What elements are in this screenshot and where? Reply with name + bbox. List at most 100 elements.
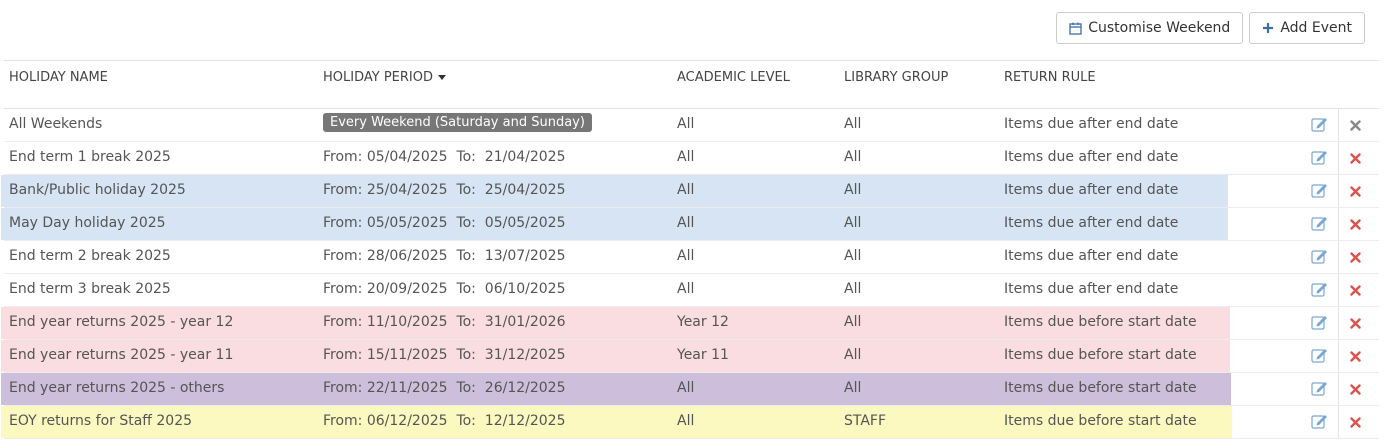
library-group: All: [844, 248, 862, 264]
delete-icon[interactable]: [1350, 383, 1361, 399]
holiday-period: From: 22/11/2025 To: 26/12/2025: [323, 380, 566, 396]
header-holiday-name[interactable]: HOLIDAY NAME: [9, 70, 108, 85]
delete-icon[interactable]: [1350, 251, 1361, 267]
action-divider: [1338, 142, 1339, 174]
library-group: All: [844, 215, 862, 231]
action-divider: [1338, 307, 1339, 339]
table-row: May Day holiday 2025 From: 05/05/2025 To:…: [1, 208, 1379, 241]
table-row: All Weekends Every Weekend (Saturday and …: [4, 109, 1379, 142]
table-row: Bank/Public holiday 2025 From: 25/04/2025…: [1, 175, 1379, 208]
holiday-name: EOY returns for Staff 2025: [9, 413, 193, 429]
table-header: HOLIDAY NAME HOLIDAY PERIOD ACADEMIC LEV…: [4, 60, 1379, 109]
sort-desc-icon: [438, 75, 446, 80]
holiday-period: From: 05/05/2025 To: 05/05/2025: [323, 215, 566, 231]
library-group: All: [844, 182, 862, 198]
table-row: End term 3 break 2025 From: 20/09/2025 To…: [4, 274, 1379, 307]
header-library-group[interactable]: LIBRARY GROUP: [844, 70, 948, 85]
delete-icon[interactable]: [1350, 416, 1361, 432]
action-divider: [1338, 109, 1339, 141]
header-holiday-period-label: HOLIDAY PERIOD: [323, 70, 433, 85]
edit-icon[interactable]: [1311, 150, 1328, 169]
add-event-button[interactable]: Add Event: [1249, 12, 1365, 44]
edit-icon[interactable]: [1311, 414, 1328, 433]
table-row: End term 2 break 2025 From: 28/06/2025 To…: [4, 241, 1379, 274]
action-divider: [1338, 241, 1339, 273]
calendar-icon: [1069, 22, 1082, 35]
holiday-name: End term 2 break 2025: [9, 248, 171, 264]
header-return-rule[interactable]: RETURN RULE: [1004, 70, 1096, 85]
delete-icon[interactable]: [1350, 350, 1361, 366]
action-divider: [1338, 340, 1339, 372]
delete-icon[interactable]: [1350, 119, 1361, 135]
library-group: All: [844, 116, 862, 132]
holiday-period: From: 06/12/2025 To: 12/12/2025: [323, 413, 566, 429]
edit-icon[interactable]: [1311, 348, 1328, 367]
delete-icon[interactable]: [1350, 152, 1361, 168]
holiday-name: End year returns 2025 - year 11: [9, 347, 234, 363]
library-group: All: [844, 380, 862, 396]
holiday-period: From: 15/11/2025 To: 31/12/2025: [323, 347, 566, 363]
return-rule: Items due after end date: [1004, 182, 1179, 198]
academic-level: Year 11: [677, 347, 729, 363]
edit-icon[interactable]: [1311, 249, 1328, 268]
plus-icon: [1262, 22, 1274, 34]
library-group: All: [844, 347, 862, 363]
holiday-period: From: 05/04/2025 To: 21/04/2025: [323, 149, 566, 165]
holiday-table: HOLIDAY NAME HOLIDAY PERIOD ACADEMIC LEV…: [1, 60, 1379, 439]
table-row: End term 1 break 2025 From: 05/04/2025 To…: [4, 142, 1379, 175]
customise-weekend-button[interactable]: Customise Weekend: [1056, 12, 1244, 44]
toolbar: Customise Weekend Add Event: [1056, 12, 1365, 44]
edit-icon[interactable]: [1311, 183, 1328, 202]
academic-level: All: [677, 149, 695, 165]
holiday-period: From: 25/04/2025 To: 25/04/2025: [323, 182, 566, 198]
library-group: All: [844, 314, 862, 330]
header-holiday-period[interactable]: HOLIDAY PERIOD: [323, 70, 446, 85]
action-divider: [1338, 208, 1339, 240]
action-divider: [1338, 373, 1339, 405]
academic-level: All: [677, 380, 695, 396]
edit-icon[interactable]: [1311, 315, 1328, 334]
return-rule: Items due before start date: [1004, 413, 1197, 429]
academic-level: All: [677, 116, 695, 132]
table-row: End year returns 2025 - others From: 22/1…: [1, 373, 1379, 406]
academic-level: Year 12: [677, 314, 729, 330]
academic-level: All: [677, 281, 695, 297]
return-rule: Items due after end date: [1004, 149, 1179, 165]
edit-icon[interactable]: [1311, 117, 1328, 136]
academic-level: All: [677, 215, 695, 231]
table-body: All Weekends Every Weekend (Saturday and …: [1, 109, 1379, 439]
return-rule: Items due before start date: [1004, 347, 1197, 363]
academic-level: All: [677, 248, 695, 264]
holiday-period: From: 11/10/2025 To: 31/01/2026: [323, 314, 566, 330]
return-rule: Items due before start date: [1004, 314, 1197, 330]
holiday-name: Bank/Public holiday 2025: [9, 182, 186, 198]
delete-icon[interactable]: [1350, 317, 1361, 333]
add-event-label: Add Event: [1280, 20, 1352, 36]
library-group: STAFF: [844, 413, 887, 429]
return-rule: Items due after end date: [1004, 215, 1179, 231]
action-divider: [1338, 406, 1339, 438]
holiday-period-badge: Every Weekend (Saturday and Sunday): [323, 113, 592, 132]
header-academic-level[interactable]: ACADEMIC LEVEL: [677, 70, 790, 85]
holiday-name: May Day holiday 2025: [9, 215, 166, 231]
holiday-period: From: 20/09/2025 To: 06/10/2025: [323, 281, 566, 297]
edit-icon[interactable]: [1311, 216, 1328, 235]
holiday-name: End year returns 2025 - year 12: [9, 314, 234, 330]
delete-icon[interactable]: [1350, 218, 1361, 234]
holiday-name: End term 1 break 2025: [9, 149, 171, 165]
delete-icon[interactable]: [1350, 284, 1361, 300]
holiday-period: From: 28/06/2025 To: 13/07/2025: [323, 248, 566, 264]
return-rule: Items due after end date: [1004, 248, 1179, 264]
delete-icon[interactable]: [1350, 185, 1361, 201]
action-divider: [1338, 175, 1339, 207]
holiday-name: All Weekends: [9, 116, 103, 132]
library-group: All: [844, 149, 862, 165]
holiday-name: End year returns 2025 - others: [9, 380, 225, 396]
library-group: All: [844, 281, 862, 297]
table-row: EOY returns for Staff 2025 From: 06/12/20…: [1, 406, 1379, 439]
academic-level: All: [677, 413, 695, 429]
return-rule: Items due after end date: [1004, 116, 1179, 132]
academic-level: All: [677, 182, 695, 198]
edit-icon[interactable]: [1311, 381, 1328, 400]
edit-icon[interactable]: [1311, 282, 1328, 301]
